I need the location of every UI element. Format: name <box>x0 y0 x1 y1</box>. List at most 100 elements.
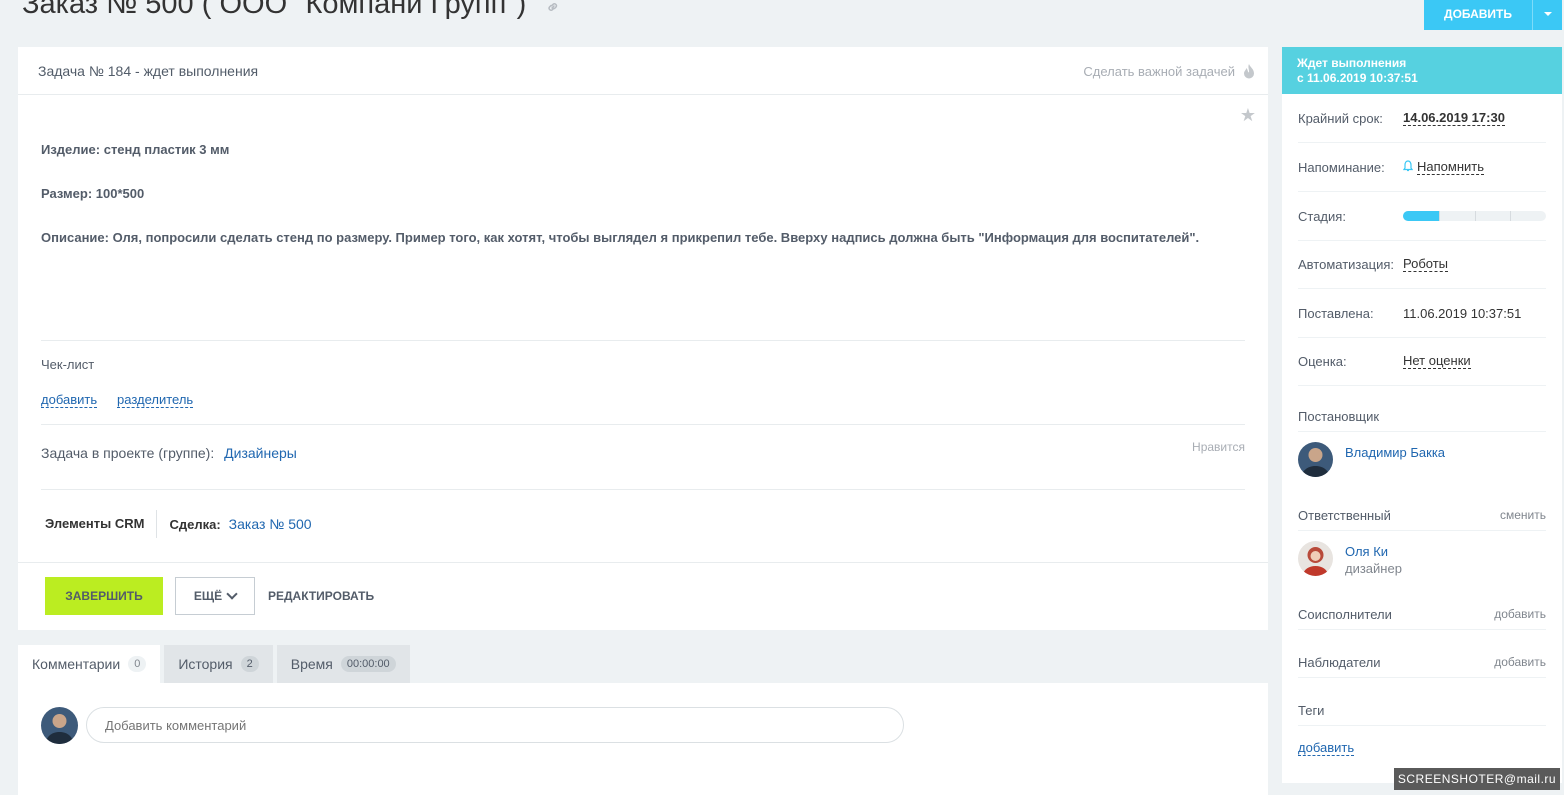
add-button-label: ДОБАВИТЬ <box>1444 7 1512 21</box>
stage-bar[interactable] <box>1403 211 1546 221</box>
divider <box>41 340 1245 341</box>
finish-button[interactable]: ЗАВЕРШИТЬ <box>45 577 163 615</box>
avatar <box>41 707 78 744</box>
divider <box>41 489 1245 490</box>
comments-panel <box>18 683 1268 795</box>
project-label: Задача в проекте (группе): <box>41 445 215 461</box>
tab-history[interactable]: История 2 <box>164 645 273 683</box>
created-row: Поставлена: 11.06.2019 10:37:51 <box>1298 289 1546 338</box>
comment-input[interactable] <box>86 707 904 743</box>
stage-segment <box>1476 211 1512 221</box>
checklist-add-link[interactable]: добавить <box>41 392 98 408</box>
desc-product: Изделие: стенд пластик 3 мм <box>41 142 230 157</box>
chevron-down-icon <box>226 588 238 600</box>
deal-label: Сделка: <box>169 516 221 532</box>
checklist-separator-link[interactable]: разделитель <box>117 392 194 408</box>
deal-link[interactable]: Заказ № 500 <box>229 516 312 532</box>
tab-time[interactable]: Время 00:00:00 <box>276 645 410 683</box>
reminder-label: Напоминание: <box>1298 159 1385 175</box>
creator-section: Постановщик <box>1298 401 1546 432</box>
rating-link[interactable]: Нет оценки <box>1403 353 1471 369</box>
coexecutors-title: Соисполнители <box>1298 606 1392 622</box>
stage-segment <box>1440 211 1476 221</box>
task-sidebar: Ждет выполнения с 11.06.2019 10:37:51 Кр… <box>1282 47 1562 783</box>
bell-icon <box>1402 159 1414 175</box>
observers-section: Наблюдатели добавить <box>1298 647 1546 678</box>
created-value: 11.06.2019 10:37:51 <box>1403 305 1522 321</box>
favorite-star-icon[interactable]: ★ <box>1240 105 1256 126</box>
edit-button[interactable]: РЕДАКТИРОВАТЬ <box>268 589 374 603</box>
desc-text: Описание: Оля, попросили сделать стенд п… <box>41 230 1200 245</box>
status-since: с 11.06.2019 10:37:51 <box>1297 71 1418 85</box>
crm-title: Элементы CRM <box>45 510 158 538</box>
deadline-value[interactable]: 14.06.2019 17:30 <box>1403 110 1505 126</box>
responsible-change-link[interactable]: сменить <box>1500 508 1546 522</box>
coexecutors-section: Соисполнители добавить <box>1298 599 1546 630</box>
coexecutors-add-link[interactable]: добавить <box>1494 607 1546 621</box>
link-icon[interactable] <box>546 0 560 22</box>
project-row: Задача в проекте (группе): Дизайнеры <box>41 445 297 461</box>
stage-fill <box>1403 211 1440 221</box>
automation-link[interactable]: Роботы <box>1403 256 1449 272</box>
project-link[interactable]: Дизайнеры <box>224 445 297 461</box>
tab-label: Комментарии <box>32 656 121 672</box>
rating-row: Оценка: Нет оценки <box>1298 337 1546 386</box>
tags-title: Теги <box>1298 702 1325 718</box>
desc-size: Размер: 100*500 <box>41 186 145 201</box>
deadline-label: Крайний срок: <box>1298 110 1383 126</box>
checklist-title: Чек-лист <box>41 357 95 372</box>
chevron-down-icon <box>1543 12 1552 16</box>
responsible-section: Ответственный сменить <box>1298 500 1546 531</box>
deadline-row: Крайний срок: 14.06.2019 17:30 <box>1298 94 1546 143</box>
status-text: Ждет выполнения <box>1297 56 1407 70</box>
task-card-header: Задача № 184 - ждет выполнения Сделать в… <box>18 47 1268 95</box>
automation-row: Автоматизация: Роботы <box>1298 240 1546 289</box>
automation-label: Автоматизация: <box>1298 256 1394 272</box>
creator-info: Владимир Бакка <box>1345 442 1445 461</box>
stage-segment <box>1511 211 1546 221</box>
observers-title: Наблюдатели <box>1298 654 1381 670</box>
page-title-text: Заказ № 500 ( ООО "Компани Групп") <box>22 0 527 20</box>
more-button[interactable]: ЕЩЁ <box>175 577 255 615</box>
watermark: SCREENSHOTER@mail.ru <box>1394 768 1560 790</box>
make-important-button[interactable]: Сделать важной задачей <box>1083 64 1255 79</box>
rating-label: Оценка: <box>1298 353 1347 369</box>
responsible-info: Оля Ки дизайнер <box>1345 541 1402 577</box>
reminder-link[interactable]: Напомнить <box>1417 159 1484 175</box>
avatar[interactable] <box>1298 442 1333 477</box>
reminder-row: Напоминание: Напомнить <box>1298 143 1546 192</box>
make-important-label: Сделать важной задачей <box>1083 64 1235 79</box>
flame-icon <box>1244 64 1254 79</box>
tab-comments[interactable]: Комментарии 0 <box>18 645 161 683</box>
tags-section: Теги <box>1298 695 1546 726</box>
tab-count: 00:00:00 <box>340 656 396 672</box>
task-card: Задача № 184 - ждет выполнения Сделать в… <box>18 47 1268 630</box>
responsible-role: дизайнер <box>1345 561 1402 576</box>
responsible-title: Ответственный <box>1298 507 1391 523</box>
tab-count: 0 <box>128 656 147 672</box>
like-button[interactable]: Нравится <box>1192 440 1245 454</box>
avatar[interactable] <box>1298 541 1333 576</box>
stage-row: Стадия: <box>1298 192 1546 241</box>
creator-person: Владимир Бакка <box>1298 442 1445 477</box>
more-button-label: ЕЩЁ <box>193 589 223 603</box>
add-button[interactable]: ДОБАВИТЬ <box>1424 0 1562 30</box>
task-description: Изделие: стенд пластик 3 мм Размер: 100*… <box>41 139 1231 271</box>
creator-name[interactable]: Владимир Бакка <box>1345 444 1445 461</box>
created-label: Поставлена: <box>1298 305 1374 321</box>
task-title: Задача № 184 - ждет выполнения <box>38 63 259 79</box>
tab-label: Время <box>290 656 333 672</box>
tabs: Комментарии 0 История 2 Время 00:00:00 <box>18 645 410 683</box>
creator-title: Постановщик <box>1298 408 1380 424</box>
stage-label: Стадия: <box>1298 208 1346 224</box>
observers-add-link[interactable]: добавить <box>1494 655 1546 669</box>
status-badge: Ждет выполнения с 11.06.2019 10:37:51 <box>1282 47 1562 94</box>
divider <box>41 424 1245 425</box>
tags-add-link[interactable]: добавить <box>1298 740 1355 756</box>
responsible-name[interactable]: Оля Ки <box>1345 543 1402 560</box>
tab-count: 2 <box>240 656 259 672</box>
tab-label: История <box>178 656 233 672</box>
task-actions: ЗАВЕРШИТЬ ЕЩЁ РЕДАКТИРОВАТЬ <box>18 562 1268 631</box>
add-button-dropdown[interactable] <box>1532 0 1562 30</box>
responsible-person: Оля Ки дизайнер <box>1298 541 1402 577</box>
